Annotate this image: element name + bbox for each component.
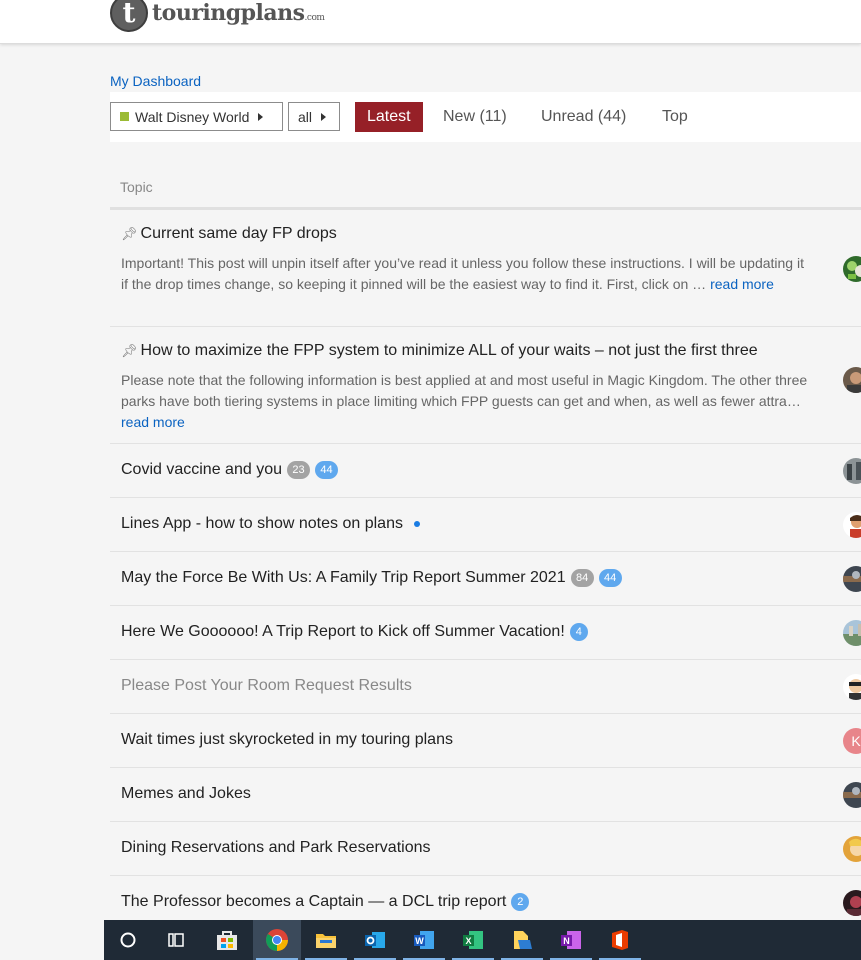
topic-row[interactable]: Here We Goooooo! A Trip Report to Kick o…: [110, 606, 861, 660]
excerpt-text: Please note that the following informati…: [121, 372, 808, 409]
svg-text:W: W: [415, 936, 424, 946]
caret-right-icon: [258, 112, 264, 121]
task-view-icon[interactable]: [152, 920, 200, 960]
outlook-icon[interactable]: [351, 920, 399, 960]
chrome-icon[interactable]: [253, 920, 301, 960]
topic-title[interactable]: May the Force Be With Us: A Family Trip …: [121, 569, 566, 587]
avatar[interactable]: [843, 367, 861, 393]
topic-list: 📌︎ Current same day FP drops Important! …: [110, 210, 861, 930]
topic-row[interactable]: Dining Reservations and Park Reservation…: [110, 822, 861, 876]
topic-navigation-bar: Walt Disney World all Latest New (11) Un…: [110, 92, 861, 142]
topic-title-line: Covid vaccine and you 23 44: [121, 461, 338, 479]
topic-title-line: 📌︎ How to maximize the FPP system to min…: [121, 342, 758, 360]
read-more-link[interactable]: read more: [121, 414, 185, 430]
read-more-link[interactable]: read more: [710, 276, 774, 292]
files-icon[interactable]: [498, 920, 546, 960]
new-posts-badge[interactable]: 44: [598, 569, 622, 587]
topic-title-line: May the Force Be With Us: A Family Trip …: [121, 569, 622, 587]
topic-title[interactable]: Lines App - how to show notes on plans: [121, 515, 403, 533]
topic-title-line: Please Post Your Room Request Results: [121, 677, 412, 695]
onenote-icon[interactable]: N: [547, 920, 595, 960]
windows-taskbar: W X N: [0, 920, 861, 960]
topic-row[interactable]: Please Post Your Room Request Results: [110, 660, 861, 714]
category-color-swatch: [120, 112, 129, 121]
topic-list-header: Topic: [110, 177, 861, 210]
unread-count-badge[interactable]: 23: [286, 461, 310, 479]
topic-row[interactable]: 📌︎ How to maximize the FPP system to min…: [110, 327, 861, 444]
excerpt-text: Important! This post will unpin itself a…: [121, 255, 804, 292]
avatar[interactable]: [843, 256, 861, 282]
svg-text:X: X: [465, 936, 471, 946]
topic-title[interactable]: Current same day FP drops: [141, 225, 337, 243]
cortana-icon[interactable]: [104, 920, 152, 960]
topic-title[interactable]: Covid vaccine and you: [121, 461, 282, 479]
tab-new[interactable]: New (11): [431, 102, 519, 132]
topic-title[interactable]: The Professor becomes a Captain — a DCL …: [121, 893, 506, 911]
tab-unread[interactable]: Unread (44): [529, 102, 638, 132]
topic-title[interactable]: Memes and Jokes: [121, 785, 251, 803]
site-header: t touringplans.com: [0, 0, 861, 44]
topic-excerpt: Important! This post will unpin itself a…: [121, 253, 811, 295]
pin-icon: 📌︎: [121, 226, 138, 241]
topic-row[interactable]: 📌︎ Current same day FP drops Important! …: [110, 210, 861, 327]
avatar[interactable]: [843, 782, 861, 808]
breadcrumb-my-dashboard[interactable]: My Dashboard: [110, 73, 201, 89]
category-dropdown-label: Walt Disney World: [135, 108, 250, 125]
new-posts-badge[interactable]: 4: [569, 623, 588, 641]
topic-title-line: 📌︎ Current same day FP drops: [121, 225, 337, 243]
topic-row[interactable]: Memes and Jokes: [110, 768, 861, 822]
topic-title-line: Memes and Jokes: [121, 785, 251, 803]
topic-row[interactable]: Covid vaccine and you 23 44: [110, 444, 861, 498]
site-logo[interactable]: t touringplans.com: [110, 0, 325, 32]
topic-title[interactable]: How to maximize the FPP system to minimi…: [141, 342, 758, 360]
logo-wordmark: touringplans.com: [152, 0, 325, 26]
word-icon[interactable]: W: [400, 920, 448, 960]
tab-latest[interactable]: Latest: [355, 102, 423, 132]
topic-row[interactable]: Lines App - how to show notes on plans: [110, 498, 861, 552]
store-icon[interactable]: [203, 920, 251, 960]
column-header-topic[interactable]: Topic: [120, 179, 153, 195]
taskbar-blank-area: [0, 920, 104, 960]
avatar[interactable]: [843, 566, 861, 592]
topic-title[interactable]: Dining Reservations and Park Reservation…: [121, 839, 430, 857]
topic-title-line: Here We Goooooo! A Trip Report to Kick o…: [121, 623, 588, 641]
logo-name: touringplans: [152, 0, 305, 26]
avatar[interactable]: [843, 836, 861, 862]
tab-top[interactable]: Top: [650, 102, 700, 132]
avatar[interactable]: [843, 512, 861, 538]
tags-dropdown-label: all: [298, 108, 313, 125]
unread-count-badge[interactable]: 84: [570, 569, 594, 587]
avatar[interactable]: K: [843, 728, 861, 754]
new-posts-badge[interactable]: 44: [314, 461, 338, 479]
avatar-letter: K: [851, 733, 861, 749]
logo-tld: .com: [304, 13, 325, 23]
pin-icon: 📌︎: [121, 343, 138, 358]
topic-row[interactable]: May the Force Be With Us: A Family Trip …: [110, 552, 861, 606]
topic-title-line: Dining Reservations and Park Reservation…: [121, 839, 430, 857]
topic-title-line: The Professor becomes a Captain — a DCL …: [121, 893, 530, 911]
new-posts-badge[interactable]: 2: [511, 893, 530, 911]
avatar[interactable]: [843, 458, 861, 484]
topic-title[interactable]: Wait times just skyrocketed in my tourin…: [121, 731, 453, 749]
topic-title[interactable]: Please Post Your Room Request Results: [121, 677, 412, 695]
caret-right-icon: [321, 112, 327, 121]
topic-title-line: Wait times just skyrocketed in my tourin…: [121, 731, 453, 749]
topic-title[interactable]: Here We Goooooo! A Trip Report to Kick o…: [121, 623, 565, 641]
avatar[interactable]: [843, 890, 861, 916]
avatar[interactable]: [843, 620, 861, 646]
file-explorer-icon[interactable]: [302, 920, 350, 960]
excel-icon[interactable]: X: [449, 920, 497, 960]
tags-dropdown[interactable]: all: [288, 102, 340, 131]
office-icon[interactable]: [596, 920, 644, 960]
category-dropdown[interactable]: Walt Disney World: [110, 102, 283, 131]
logo-mark: t: [110, 0, 148, 32]
topic-row[interactable]: Wait times just skyrocketed in my tourin…: [110, 714, 861, 768]
svg-text:N: N: [563, 936, 570, 946]
avatar[interactable]: [843, 674, 861, 700]
topic-excerpt: Please note that the following informati…: [121, 370, 811, 433]
topic-title-line: Lines App - how to show notes on plans: [121, 515, 420, 533]
new-topic-dot-icon: [413, 521, 420, 527]
